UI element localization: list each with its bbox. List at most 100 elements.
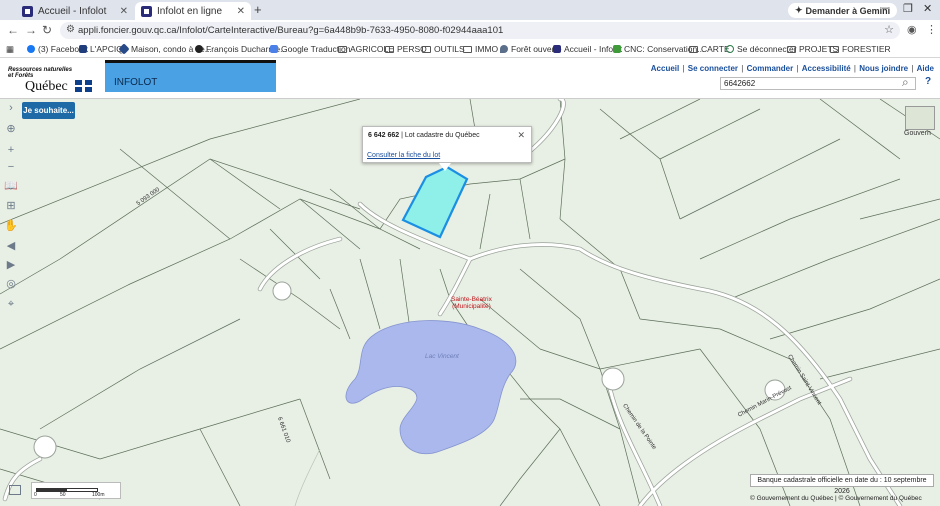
forward-icon[interactable]: →	[25, 23, 37, 37]
folder-icon	[689, 45, 698, 53]
bookmark-folder-forestier[interactable]: FORESTIER	[830, 44, 891, 54]
folder-icon	[787, 45, 796, 53]
link-se-connecter[interactable]: Se connecter	[688, 64, 738, 73]
reload-icon[interactable]: ↻	[42, 23, 52, 37]
lot-number: 6 642 662	[368, 132, 400, 139]
bookmark-folder-carte[interactable]: CARTE	[689, 44, 730, 54]
je-souhaite-button[interactable]: Je souhaite...	[22, 102, 75, 119]
close-tab-icon[interactable]: ✕	[120, 6, 128, 17]
fleur-de-lis-icon	[85, 87, 92, 92]
tab-label: Infolot en ligne	[157, 5, 223, 17]
app-banner: INFOLOT	[105, 60, 276, 92]
copyright-text: © Gouvernement du Québec | © Gouvernemen…	[750, 495, 922, 502]
link-nous-joindre[interactable]: Nous joindre	[859, 64, 908, 73]
tab-infolot-en-ligne[interactable]: Infolot en ligne ✕	[135, 2, 251, 20]
folder-icon	[338, 45, 347, 53]
bookmark-accueil-infolot[interactable]: Accueil - Infolot	[553, 44, 622, 54]
new-tab-button[interactable]: +	[254, 2, 262, 17]
bookmark-folder-perso[interactable]: PERSO	[385, 44, 427, 54]
address-bar-row: ← → ↻ ⚙ appli.foncier.gouv.qc.ca/Infolot…	[0, 20, 940, 41]
bookmark-label: IMMO	[475, 44, 499, 54]
translate-icon	[270, 45, 278, 53]
folder-icon	[422, 45, 431, 53]
facebook-icon	[27, 45, 35, 53]
zoom-selection-icon[interactable]: ⌖	[4, 297, 18, 311]
bookmark-apciq[interactable]: L'APCIQ	[79, 44, 123, 54]
next-extent-icon[interactable]: ▶	[4, 258, 18, 272]
pan-hand-icon[interactable]: ✋	[4, 219, 18, 233]
menu-icon[interactable]: ⋮	[926, 23, 937, 36]
lot-popup: 6 642 662 | Lot cadastre du Québec Consu…	[362, 126, 532, 171]
tab-accueil-infolot[interactable]: Accueil - Infolot ✕	[16, 2, 134, 20]
logout-icon	[726, 45, 734, 53]
url-text: appli.foncier.gouv.qc.ca/Infolot/CarteIn…	[78, 25, 504, 36]
bookmark-folder-immo[interactable]: IMMO	[463, 44, 498, 54]
link-accessibilite[interactable]: Accessibilité	[802, 64, 851, 73]
app-title: INFOLOT	[114, 77, 158, 88]
bookmark-star-icon[interactable]: ☆	[884, 23, 894, 36]
legend-icon[interactable]	[9, 485, 21, 495]
help-icon[interactable]: ?	[922, 76, 934, 89]
bookmark-se-deconnecter[interactable]: Se déconnecter	[726, 44, 797, 54]
folder-icon	[385, 45, 394, 53]
location-pin-icon	[500, 45, 508, 53]
minimize-icon[interactable]: –	[882, 2, 888, 14]
search-icon[interactable]: ⌕	[902, 75, 909, 90]
top-links: Accueil | Se connecter | Commander | Acc…	[650, 64, 934, 73]
profile-icon[interactable]: ◉	[907, 23, 917, 36]
gemini-icon: ✦	[795, 5, 803, 15]
lot-search-input[interactable]: 6642662	[720, 77, 916, 90]
browser-tab-bar: Accueil - Infolot ✕ Infolot en ligne ✕ +…	[0, 0, 940, 20]
folder-icon	[463, 45, 472, 53]
close-window-icon[interactable]: ✕	[923, 2, 932, 15]
lake-shape	[345, 320, 517, 455]
ask-gemini-button[interactable]: ✦ Demander à Gemini	[788, 3, 898, 18]
scale-bar-graphic	[36, 488, 98, 492]
municipality-label: Sainte-Béatrix (Municipalité)	[451, 296, 492, 310]
municipality-name: Sainte-Béatrix	[451, 296, 492, 303]
expand-panel-icon[interactable]: ›	[4, 101, 18, 115]
scale-label: 50	[60, 492, 66, 498]
zoom-in-icon[interactable]: +	[4, 143, 18, 157]
zoom-area-icon[interactable]: ⊞	[4, 199, 18, 213]
bookmark-folder-outils[interactable]: OUTILS	[422, 44, 465, 54]
link-accueil[interactable]: Accueil	[651, 64, 679, 73]
infolot-favicon-icon	[141, 5, 152, 17]
folder-icon	[830, 45, 839, 53]
diamond-icon	[118, 43, 130, 55]
full-extent-icon[interactable]: ◎	[4, 277, 18, 291]
close-popup-icon[interactable]: ✕	[517, 130, 525, 141]
cadastre-date-info: Banque cadastrale officielle en date du …	[750, 474, 934, 495]
basemap-thumbnail[interactable]	[905, 106, 935, 130]
back-icon[interactable]: ←	[7, 23, 19, 37]
apciq-icon	[79, 45, 87, 53]
scale-bar: 0 50 100m	[31, 482, 121, 499]
fleur-de-lis-icon	[75, 87, 82, 92]
fleur-de-lis-icon	[85, 80, 92, 85]
book-icon[interactable]: 📖	[4, 179, 18, 193]
quebec-logo[interactable]: Ressources naturelles et Forêts Québec	[8, 67, 100, 95]
leaf-icon	[613, 45, 621, 53]
locate-me-icon[interactable]: ⊕	[4, 122, 18, 136]
zoom-out-icon[interactable]: −	[4, 160, 18, 174]
map-side-toolbar: › ⊕ + − 📖 ⊞ ✋ ◀ ▶ ◎ ⌖	[0, 99, 22, 319]
consulter-fiche-link[interactable]: Consulter la fiche du lot	[367, 152, 440, 159]
close-tab-icon[interactable]: ✕	[237, 6, 245, 17]
restore-icon[interactable]: ❐	[903, 2, 913, 15]
popup-title: 6 642 662 | Lot cadastre du Québec	[368, 132, 480, 139]
municipality-type: (Municipalité)	[452, 303, 491, 310]
url-input[interactable]: ⚙ appli.foncier.gouv.qc.ca/Infolot/Carte…	[60, 22, 900, 39]
scale-label: 0	[34, 492, 37, 498]
previous-extent-icon[interactable]: ◀	[4, 239, 18, 253]
bookmark-label: FORESTIER	[842, 44, 891, 54]
fleur-de-lis-icon	[75, 80, 82, 85]
lake-name-label: Lac Vincent	[425, 353, 459, 360]
site-info-icon[interactable]: ⚙	[66, 24, 75, 35]
link-commander[interactable]: Commander	[747, 64, 794, 73]
link-aide[interactable]: Aide	[917, 64, 934, 73]
popup-tail	[439, 163, 451, 171]
basemap-label: Gouvern	[904, 130, 931, 137]
bookmark-label: OUTILS	[434, 44, 465, 54]
apps-grid-icon[interactable]: ▦	[6, 44, 14, 55]
scale-label: 100m	[92, 492, 105, 498]
